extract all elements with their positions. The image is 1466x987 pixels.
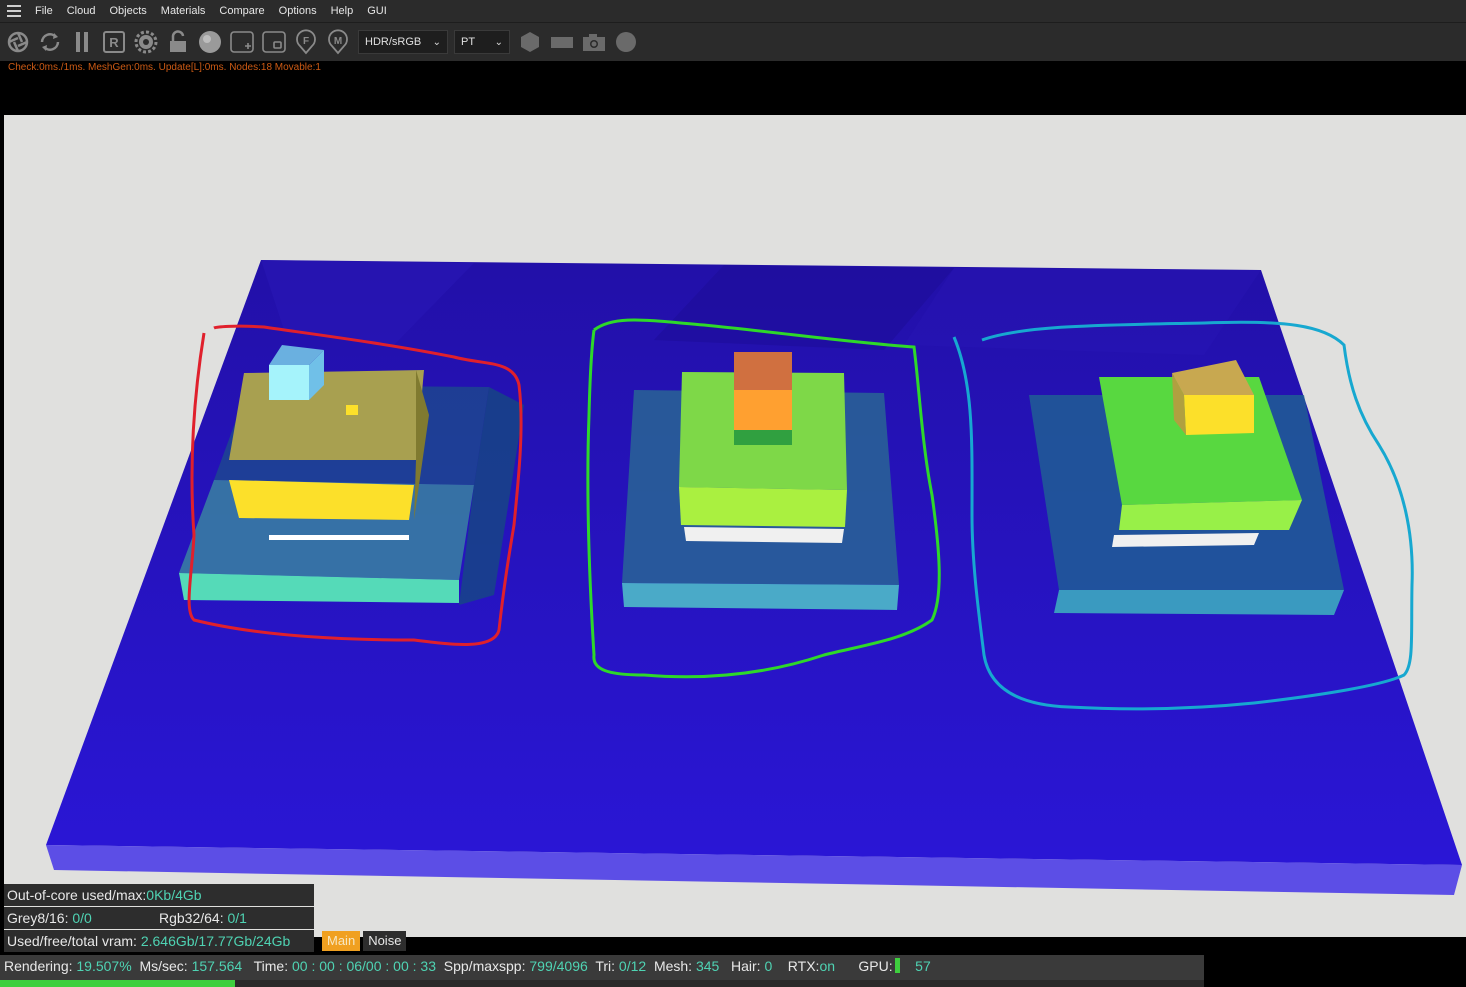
render-image	[46, 260, 1462, 895]
out-of-core-value: 0Kb/4Gb	[146, 887, 202, 903]
rgb-group: Rgb32/64: 0/1	[159, 907, 247, 929]
render-progress-fill	[0, 980, 235, 987]
time-label: Time:	[253, 958, 289, 974]
tab-noise[interactable]: Noise	[363, 931, 407, 951]
render-progress-bar	[0, 980, 1204, 987]
menu-file[interactable]: File	[28, 0, 60, 22]
rendering-label: Rendering:	[4, 958, 73, 974]
gpu-usage-bar	[894, 958, 900, 973]
texture-panel: Grey8/16: 0/0 Rgb32/64: 0/1	[4, 907, 314, 929]
cube-icon[interactable]	[516, 28, 544, 56]
render-viewport[interactable]	[4, 115, 1466, 937]
circle-icon[interactable]	[612, 28, 640, 56]
rtx-value: on	[819, 958, 836, 974]
render-stats-strip: Check:0ms./1ms. MeshGen:0ms. Update[L]:0…	[4, 61, 1466, 115]
menu-help[interactable]: Help	[324, 0, 361, 22]
vram-panel: Used/free/total vram: 2.646Gb/17.77Gb/24…	[4, 930, 314, 952]
time-value: 00 : 00 : 06/00 : 00 : 33	[291, 958, 436, 974]
hair-label: Hair:	[730, 958, 761, 974]
mssec-label: Ms/sec:	[139, 958, 188, 974]
view-tabs: Main Noise	[322, 931, 407, 951]
refresh-icon[interactable]	[36, 28, 64, 56]
chevron-down-icon: ⌄	[432, 36, 441, 48]
add-box-icon[interactable]	[228, 28, 256, 56]
menu-options[interactable]: Options	[272, 0, 324, 22]
rgb-label: Rgb32/64:	[159, 910, 224, 926]
hamburger-menu-icon[interactable]	[0, 0, 28, 22]
gear-icon[interactable]	[132, 28, 160, 56]
menu-bar: File Cloud Objects Materials Compare Opt…	[0, 0, 1466, 23]
chevron-down-icon: ⌄	[494, 36, 503, 48]
spp-label: Spp/maxspp:	[443, 958, 526, 974]
menu-materials[interactable]: Materials	[154, 0, 213, 22]
gpu-label: GPU:	[858, 958, 893, 974]
out-of-core-label: Out-of-core used/max:	[7, 887, 147, 903]
spp-value: 799/4096	[529, 958, 588, 974]
grey-value: 0/0	[72, 910, 92, 926]
vram-value: 2.646Gb/17.77Gb/24Gb	[140, 933, 291, 949]
menu-objects[interactable]: Objects	[102, 0, 153, 22]
box-icon[interactable]	[260, 28, 288, 56]
r-icon[interactable]: R	[100, 28, 128, 56]
svg-text:M: M	[334, 36, 342, 47]
pause-icon[interactable]	[68, 28, 96, 56]
status-bar: Rendering: 19.507% Ms/sec: 157.564 Time:…	[0, 955, 1204, 980]
menu-cloud[interactable]: Cloud	[60, 0, 103, 22]
tri-value: 0/12	[618, 958, 647, 974]
toolbar: R F M HDR/sRGB ⌄ PT ⌄	[0, 23, 1466, 61]
mesh-label: Mesh:	[653, 958, 693, 974]
tonemap-select-value: HDR/sRGB	[365, 36, 422, 48]
hair-value: 0	[764, 958, 773, 974]
menu-compare[interactable]: Compare	[212, 0, 271, 22]
render-stats-text: Check:0ms./1ms. MeshGen:0ms. Update[L]:0…	[8, 62, 321, 73]
aperture-icon[interactable]	[4, 28, 32, 56]
tab-main[interactable]: Main	[322, 931, 361, 951]
vram-label: Used/free/total vram:	[7, 933, 137, 949]
svg-text:R: R	[109, 35, 119, 50]
rectangle-icon[interactable]	[548, 28, 576, 56]
menu-gui[interactable]: GUI	[360, 0, 394, 22]
tri-label: Tri:	[595, 958, 616, 974]
svg-text:F: F	[303, 36, 309, 47]
rendering-value: 19.507%	[76, 958, 132, 974]
camera-icon[interactable]	[580, 28, 608, 56]
rgb-value: 0/1	[227, 910, 247, 926]
object-right	[1029, 360, 1344, 615]
grey-label: Grey8/16:	[7, 910, 69, 926]
mssec-value: 157.564	[191, 958, 243, 974]
tonemap-select[interactable]: HDR/sRGB ⌄	[358, 30, 448, 54]
gpu-value: 57	[915, 958, 931, 974]
lock-icon[interactable]	[164, 28, 192, 56]
kernel-select[interactable]: PT ⌄	[454, 30, 510, 54]
sphere-icon[interactable]	[196, 28, 224, 56]
m-pin-icon[interactable]: M	[324, 28, 352, 56]
kernel-select-value: PT	[461, 36, 476, 48]
out-of-core-panel: Out-of-core used/max:0Kb/4Gb	[4, 884, 314, 906]
mesh-value: 345	[695, 958, 720, 974]
rtx-label: RTX:	[787, 958, 820, 974]
f-pin-icon[interactable]: F	[292, 28, 320, 56]
